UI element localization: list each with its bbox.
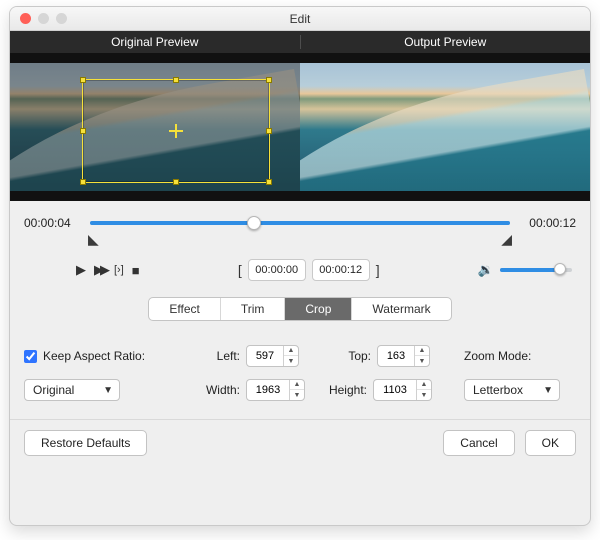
tab-watermark[interactable]: Watermark — [352, 298, 450, 320]
set-out-bracket-icon[interactable]: ] — [376, 262, 380, 278]
top-step-up-icon[interactable]: ▲ — [415, 346, 429, 356]
timeline-thumb[interactable] — [247, 216, 261, 230]
aspect-ratio-select[interactable]: Original ▼ — [24, 379, 120, 401]
ok-button[interactable]: OK — [525, 430, 576, 456]
top-step-down-icon[interactable]: ▼ — [415, 356, 429, 366]
width-step-up-icon[interactable]: ▲ — [290, 380, 304, 390]
timeline-start-label: 00:00:04 — [24, 216, 80, 230]
width-step-down-icon[interactable]: ▼ — [290, 390, 304, 400]
top-label: Top: — [325, 349, 371, 363]
width-stepper: ▲▼ — [246, 379, 305, 401]
volume-thumb[interactable] — [554, 263, 566, 275]
zoom-mode-value: Letterbox — [473, 383, 523, 397]
fast-forward-icon[interactable]: ▶▶ — [94, 262, 106, 278]
transport-controls: ▶ ▶▶ [›] ■ — [76, 262, 140, 278]
crop-handle-bl[interactable] — [80, 179, 86, 185]
crop-handle-bc[interactable] — [173, 179, 179, 185]
output-preview-label: Output Preview — [301, 35, 591, 49]
keep-aspect-ratio-checkbox[interactable] — [24, 350, 37, 363]
timeline-row: 00:00:04 00:00:12 — [24, 213, 576, 233]
zoom-mode-select[interactable]: Letterbox ▼ — [464, 379, 560, 401]
height-field[interactable] — [374, 380, 416, 400]
window-traffic-lights — [20, 13, 67, 24]
timeline-end-label: 00:00:12 — [520, 216, 576, 230]
chevron-down-icon: ▼ — [543, 385, 553, 396]
crop-handle-mr[interactable] — [266, 128, 272, 134]
left-stepper: ▲▼ — [246, 345, 299, 367]
left-field[interactable] — [247, 346, 283, 366]
width-label: Width: — [194, 383, 240, 397]
height-step-up-icon[interactable]: ▲ — [417, 380, 431, 390]
crop-handle-tr[interactable] — [266, 77, 272, 83]
set-in-bracket-icon[interactable]: [ — [238, 262, 242, 278]
top-stepper: ▲▼ — [377, 345, 430, 367]
close-window-icon[interactable] — [20, 13, 31, 24]
zoom-window-icon — [56, 13, 67, 24]
volume-icon[interactable]: 🔉 — [478, 262, 494, 278]
crop-center-icon — [169, 124, 183, 138]
cancel-button[interactable]: Cancel — [443, 430, 514, 456]
crop-handle-ml[interactable] — [80, 128, 86, 134]
tab-effect[interactable]: Effect — [149, 298, 220, 320]
output-preview — [300, 53, 590, 201]
minimize-window-icon — [38, 13, 49, 24]
edit-window: Edit Original Preview Output Preview — [9, 6, 591, 526]
window-title: Edit — [290, 12, 311, 26]
left-step-up-icon[interactable]: ▲ — [284, 346, 298, 356]
mode-tabs: Effect Trim Crop Watermark — [148, 297, 451, 321]
crop-handle-br[interactable] — [266, 179, 272, 185]
crop-box[interactable] — [82, 79, 270, 183]
top-field[interactable] — [378, 346, 414, 366]
aspect-ratio-value: Original — [33, 383, 74, 397]
in-time-field[interactable]: 00:00:00 — [248, 259, 306, 281]
height-step-down-icon[interactable]: ▼ — [417, 390, 431, 400]
chevron-down-icon: ▼ — [103, 385, 113, 396]
crop-handle-tc[interactable] — [173, 77, 179, 83]
restore-defaults-button[interactable]: Restore Defaults — [24, 430, 147, 456]
preview-header: Original Preview Output Preview — [10, 31, 590, 53]
range-markers: ◢ ◢ — [90, 233, 510, 247]
original-preview-label: Original Preview — [10, 35, 301, 49]
left-label: Left: — [194, 349, 240, 363]
tab-trim[interactable]: Trim — [221, 298, 286, 320]
height-label: Height: — [317, 383, 367, 397]
zoom-mode-label: Zoom Mode: — [464, 349, 531, 363]
tab-crop[interactable]: Crop — [285, 298, 352, 320]
width-field[interactable] — [247, 380, 289, 400]
keep-aspect-ratio-label: Keep Aspect Ratio: — [43, 349, 145, 363]
crop-handle-tl[interactable] — [80, 77, 86, 83]
stop-icon[interactable]: ■ — [132, 263, 140, 278]
play-icon[interactable]: ▶ — [76, 262, 86, 278]
range-in-marker[interactable]: ◢ — [88, 231, 99, 248]
height-stepper: ▲▼ — [373, 379, 432, 401]
titlebar: Edit — [10, 7, 590, 31]
out-time-field[interactable]: 00:00:12 — [312, 259, 370, 281]
preview-pane — [10, 53, 590, 201]
left-step-down-icon[interactable]: ▼ — [284, 356, 298, 366]
timeline-slider[interactable] — [90, 213, 510, 233]
original-preview[interactable] — [10, 53, 300, 201]
volume-slider[interactable] — [500, 268, 572, 272]
range-out-marker[interactable]: ◢ — [501, 231, 512, 248]
footer: Restore Defaults Cancel OK — [10, 419, 590, 466]
next-frame-icon[interactable]: [›] — [114, 264, 124, 276]
